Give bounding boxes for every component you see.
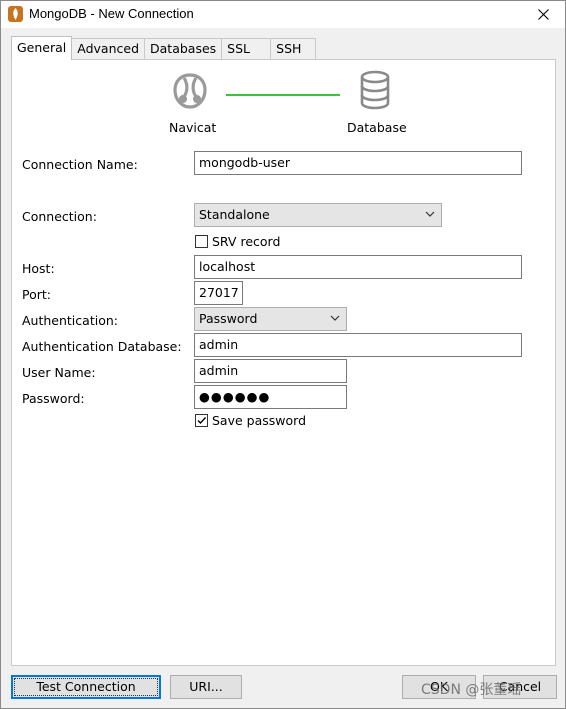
- navicat-label: Navicat: [169, 120, 217, 135]
- focus-ring: [14, 678, 158, 696]
- ok-button[interactable]: OK: [402, 675, 476, 699]
- test-connection-button[interactable]: Test Connection: [11, 675, 161, 699]
- srv-record-label: SRV record: [212, 234, 281, 249]
- password-label: Password:: [22, 391, 85, 406]
- dialog-window: MongoDB - New Connection General Advance…: [0, 0, 566, 709]
- srv-record-checkbox[interactable]: [195, 235, 208, 248]
- database-label: Database: [347, 120, 407, 135]
- close-button[interactable]: [521, 1, 565, 28]
- database-icon: [360, 70, 390, 110]
- username-label: User Name:: [22, 365, 96, 380]
- close-icon: [537, 9, 549, 20]
- auth-database-label: Authentication Database:: [22, 339, 182, 354]
- connection-type-value: Standalone: [199, 207, 270, 222]
- tab-bar: General Advanced Databases SSL SSH: [11, 36, 317, 60]
- host-input[interactable]: localhost: [194, 255, 522, 279]
- authentication-label: Authentication:: [22, 313, 118, 328]
- mongodb-leaf-icon: [8, 6, 23, 22]
- connection-line: [226, 94, 340, 96]
- tab-ssl[interactable]: SSL: [221, 38, 272, 60]
- authentication-value: Password: [199, 311, 258, 326]
- navicat-logo-icon: [173, 73, 207, 109]
- authentication-select[interactable]: Password: [194, 307, 347, 331]
- connection-type-select[interactable]: Standalone: [194, 203, 442, 227]
- connection-name-input[interactable]: mongodb-user: [194, 151, 522, 175]
- save-password-label: Save password: [212, 413, 307, 428]
- connection-label: Connection:: [22, 209, 97, 224]
- general-panel: Navicat Database Connection Name: mongod…: [11, 59, 556, 666]
- chevron-down-icon: [425, 211, 435, 217]
- tab-ssh[interactable]: SSH: [270, 38, 317, 60]
- tab-advanced[interactable]: Advanced: [71, 38, 146, 60]
- srv-record-checkbox-row[interactable]: SRV record: [195, 234, 280, 249]
- cancel-button[interactable]: Cancel: [483, 675, 557, 699]
- port-input[interactable]: 27017: [194, 281, 243, 305]
- save-password-checkbox[interactable]: [195, 414, 208, 427]
- save-password-checkbox-row[interactable]: Save password: [195, 413, 306, 428]
- chevron-down-icon: [330, 315, 340, 321]
- check-icon: [197, 417, 207, 425]
- port-label: Port:: [22, 287, 51, 302]
- password-input[interactable]: ●●●●●●: [194, 385, 347, 409]
- tab-general[interactable]: General: [11, 36, 73, 60]
- auth-database-input[interactable]: admin: [194, 333, 522, 357]
- window-title: MongoDB - New Connection: [29, 6, 194, 21]
- tab-databases[interactable]: Databases: [144, 38, 223, 60]
- connection-name-label: Connection Name:: [22, 157, 138, 172]
- title-bar: MongoDB - New Connection: [1, 1, 565, 28]
- username-input[interactable]: admin: [194, 359, 347, 383]
- uri-button[interactable]: URI...: [170, 675, 242, 699]
- host-label: Host:: [22, 261, 55, 276]
